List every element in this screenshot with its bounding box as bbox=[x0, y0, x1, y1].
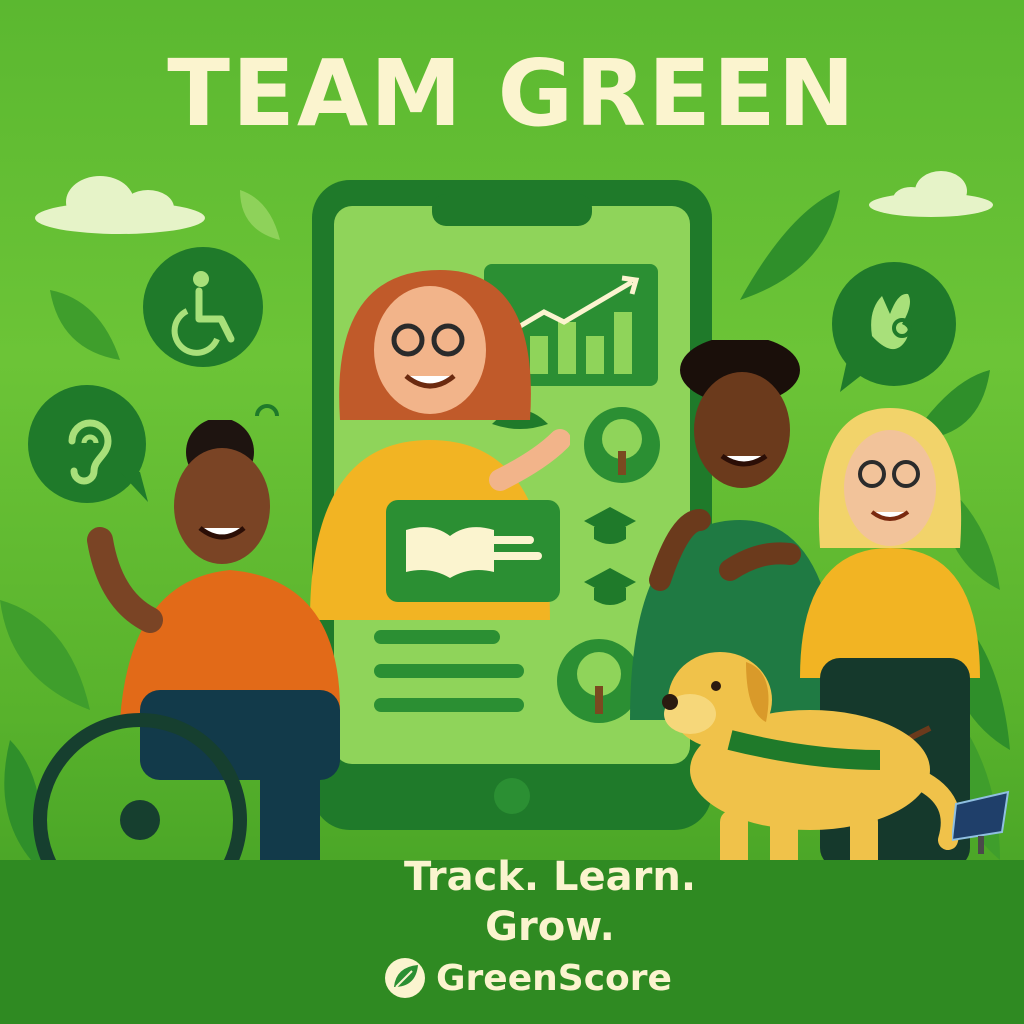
leaf-icon bbox=[385, 958, 425, 998]
tagline-line-2: Grow. bbox=[485, 904, 615, 950]
poster: TEAM GREEN Track. Learn. Grow. GreenScor… bbox=[0, 0, 1024, 1024]
solar-panel-icon bbox=[952, 790, 1010, 854]
brand-logo: GreenScore bbox=[384, 950, 672, 1006]
poster-title: TEAM GREEN bbox=[167, 40, 857, 147]
tagline-line-1: Track. Learn. bbox=[403, 854, 697, 900]
sign-bubble-tail bbox=[840, 356, 868, 392]
brand-name: GreenScore bbox=[436, 957, 672, 999]
tagline: Track. Learn. Grow. bbox=[400, 852, 700, 952]
accessibility-bubble bbox=[143, 247, 263, 367]
wheelchair-icon bbox=[171, 271, 235, 356]
